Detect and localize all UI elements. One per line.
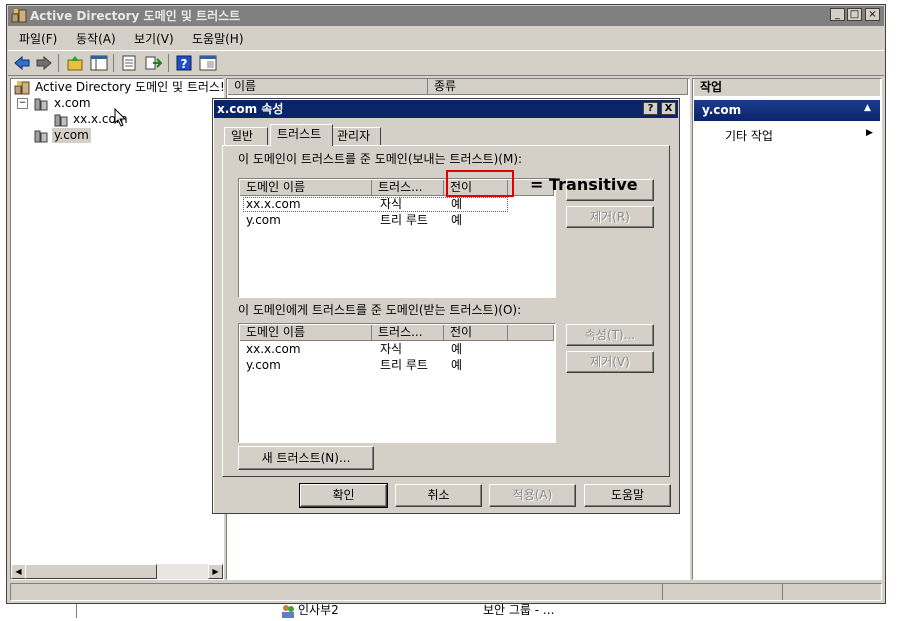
incoming-col-trust[interactable]: 트러스...: [372, 325, 444, 341]
bottom-row-name: 인사부2: [298, 603, 339, 617]
tree-pane: [10, 78, 224, 580]
tab-trust[interactable]: 트러스트: [270, 124, 333, 146]
action-header: 작업: [694, 79, 880, 96]
outgoing-row-2-domain[interactable]: y.com: [246, 213, 281, 228]
up-folder-icon[interactable]: [66, 54, 84, 72]
dialog-help-button[interactable]: ?: [643, 102, 658, 115]
tree-node-x-com[interactable]: x.com: [54, 96, 91, 111]
tab-managed-by[interactable]: 관리자: [333, 127, 381, 145]
annotation-highlight-box: [446, 170, 514, 197]
incoming-row-1-transitive: 예: [451, 342, 463, 356]
menu-action[interactable]: 동작(A): [76, 30, 116, 47]
new-trust-button[interactable]: 새 트러스트(N)...: [238, 446, 374, 470]
console-icon[interactable]: [199, 54, 217, 72]
main-title: Active Directory 도메인 및 트러스트: [30, 9, 241, 23]
apply-button[interactable]: 적용(A): [489, 484, 576, 507]
toolbar: [8, 50, 884, 76]
outgoing-remove-button[interactable]: 제거(R): [566, 206, 654, 228]
scroll-left-button[interactable]: ◀: [11, 564, 26, 579]
column-header-type[interactable]: 종류: [428, 79, 688, 95]
action-section[interactable]: y.com ▲: [694, 100, 880, 121]
status-bar: [10, 583, 882, 601]
tab-general[interactable]: 일반: [224, 127, 268, 145]
ok-button[interactable]: 확인: [299, 483, 388, 508]
outgoing-col-trust[interactable]: 트러스...: [372, 180, 444, 196]
action-more-label: 기타 작업: [725, 129, 773, 143]
app-icon: [11, 8, 27, 24]
incoming-col-transitive[interactable]: 전이: [444, 325, 508, 341]
incoming-row-2-domain[interactable]: y.com: [246, 358, 281, 373]
dialog-titlebar[interactable]: [214, 100, 678, 118]
outgoing-row-1-domain[interactable]: xx.x.com: [246, 197, 301, 212]
collapse-up-icon: ▲: [864, 103, 871, 113]
domains-trusts-icon: [14, 80, 30, 96]
action-pane: [692, 78, 882, 580]
incoming-remove-button[interactable]: 제거(V): [566, 351, 654, 373]
incoming-properties-button[interactable]: 속성(T)...: [566, 324, 654, 346]
cancel-button[interactable]: 취소: [395, 484, 482, 507]
help-button[interactable]: 도움말: [584, 484, 671, 507]
domain-icon: [33, 96, 49, 112]
incoming-row-1-trust: 자식: [380, 342, 403, 356]
menu-file[interactable]: 파일(F): [19, 30, 57, 47]
dialog-title: x.com 속성: [217, 102, 284, 116]
action-more-actions[interactable]: 기타 작업 ▶: [725, 127, 877, 143]
scroll-thumb[interactable]: [25, 564, 157, 579]
outgoing-row-1-trust: 자식: [380, 197, 403, 211]
outgoing-row-2-transitive: 예: [451, 213, 463, 227]
close-button[interactable]: ×: [865, 8, 880, 21]
incoming-row-1-domain[interactable]: xx.x.com: [246, 342, 301, 357]
domain-icon: [53, 112, 69, 128]
domain-icon: [33, 128, 49, 144]
menu-help[interactable]: 도움말(H): [192, 30, 244, 47]
submenu-arrow-icon: ▶: [866, 128, 873, 138]
back-arrow-icon[interactable]: [13, 54, 31, 72]
group-icon: [281, 604, 295, 618]
outgoing-row-1-transitive: 예: [451, 197, 463, 211]
incoming-col-domain[interactable]: 도메인 이름: [240, 325, 372, 341]
menu-view[interactable]: 보기(V): [134, 30, 174, 47]
dialog-close-button[interactable]: X: [661, 102, 676, 115]
scroll-right-button[interactable]: ▶: [208, 564, 223, 579]
svg-text:?: ?: [181, 57, 188, 71]
forward-arrow-icon[interactable]: [35, 54, 53, 72]
incoming-trusts-label: 이 도메인에게 트러스트를 준 도메인(받는 트러스트)(O):: [238, 303, 522, 317]
export-list-icon[interactable]: [144, 54, 163, 72]
column-header-name[interactable]: 이름: [228, 79, 428, 95]
incoming-row-2-transitive: 예: [451, 358, 463, 372]
collapse-icon[interactable]: −: [17, 98, 28, 109]
annotation-label: = Transitive: [530, 175, 638, 194]
bottom-row-type: 보안 그룹 - ...: [483, 603, 555, 617]
show-tree-icon[interactable]: [90, 54, 108, 72]
properties-icon[interactable]: [120, 54, 138, 72]
help-icon[interactable]: ?: [175, 54, 193, 72]
menu-bar: 파일(F) 동작(A) 보기(V) 도움말(H): [8, 28, 884, 48]
maximize-button[interactable]: □: [847, 8, 862, 21]
action-section-label: y.com: [702, 103, 742, 117]
mouse-cursor-icon: [114, 107, 128, 128]
tree-node-y-com[interactable]: y.com: [52, 128, 91, 143]
outgoing-row-2-trust: 트리 루트: [380, 213, 428, 227]
incoming-row-2-trust: 트리 루트: [380, 358, 428, 372]
outgoing-col-domain[interactable]: 도메인 이름: [240, 180, 372, 196]
outgoing-trusts-label: 이 도메인이 트러스트를 준 도메인(보내는 트러스트)(M):: [238, 152, 523, 166]
incoming-trusts-list[interactable]: [238, 323, 556, 443]
tree-root-label[interactable]: Active Directory 도메인 및 트러스!: [35, 80, 225, 95]
minimize-button[interactable]: _: [830, 8, 845, 21]
